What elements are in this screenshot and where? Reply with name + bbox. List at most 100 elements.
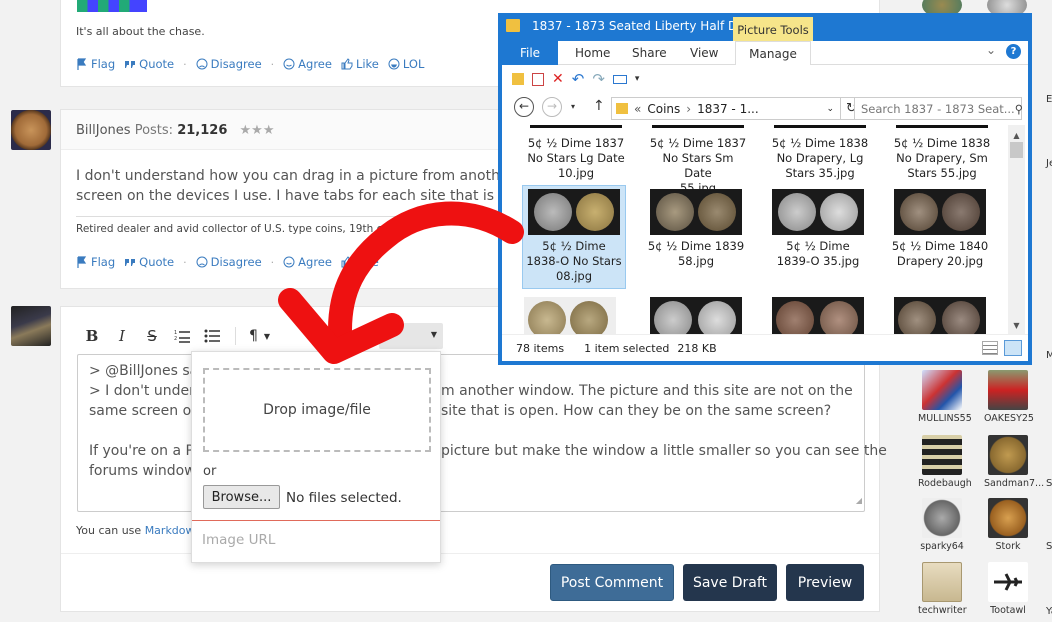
author-name[interactable]: BillJones xyxy=(76,123,131,138)
customize-qat-icon[interactable]: ▾ xyxy=(635,74,640,84)
file-item[interactable]: 5¢ ½ Dime 1837 No Stars Lg Date 10.jpg xyxy=(526,136,626,181)
smile-icon xyxy=(283,58,295,70)
user-tootawl[interactable]: Tootawl xyxy=(984,562,1032,616)
ordered-list-button[interactable]: 12 xyxy=(167,329,197,343)
user-techwriter[interactable]: techwriter xyxy=(918,562,967,616)
user-rodebaugh[interactable]: Rodebaugh xyxy=(918,435,972,489)
image-url-input[interactable]: Image URL xyxy=(202,532,275,548)
file-thumbnail[interactable] xyxy=(772,297,864,334)
upload-image-toolbar-button[interactable]: ▼ xyxy=(379,323,443,349)
smile-icon xyxy=(283,256,295,268)
save-draft-button[interactable]: Save Draft xyxy=(683,564,777,601)
tab-share[interactable]: Share xyxy=(632,46,667,60)
file-item[interactable]: 5¢ ½ Dime 1838 No Drapery, Sm Stars 55.jpg xyxy=(892,136,992,181)
search-box[interactable]: Search 1837 - 1873 Seat... ⚲ xyxy=(854,97,1023,120)
recent-chevron-icon[interactable]: ▾ xyxy=(571,102,575,111)
tab-home[interactable]: Home xyxy=(575,46,610,60)
avatar xyxy=(922,435,962,475)
post-1-actions: Flag Quote · Disagree · Agree Like LOL xyxy=(76,57,424,71)
sidebar-edge-3: M xyxy=(1046,350,1052,361)
billjones-avatar[interactable] xyxy=(11,110,51,150)
user-mullins55[interactable]: MULLINS55 xyxy=(918,370,972,424)
address-bar[interactable]: « Coins › 1837 - 1... ⌄ xyxy=(611,97,841,120)
file-area: 5¢ ½ Dime 1837 No Stars Lg Date 10.jpg 5¢ … xyxy=(502,125,1028,334)
strikethrough-button[interactable]: S xyxy=(137,327,167,345)
popup-divider xyxy=(192,520,440,521)
bold-button[interactable]: B xyxy=(77,327,107,345)
file-item[interactable]: 5¢ ½ Dime 1840 Drapery 20.jpg xyxy=(890,189,990,269)
redo-icon[interactable]: ↷ xyxy=(592,70,605,88)
address-chevron-icon[interactable]: ⌄ xyxy=(826,104,834,114)
file-thumbnail[interactable] xyxy=(524,297,616,334)
ribbon-expand-icon[interactable]: ⌄ xyxy=(986,43,996,57)
undo-icon[interactable]: ↶ xyxy=(572,70,585,88)
explorer-title: 1837 - 1873 Seated Liberty Half Dimes xyxy=(532,19,766,33)
tab-manage[interactable]: Manage xyxy=(735,41,811,65)
file-item[interactable]: 5¢ ½ Dime 1838 No Drapery, Lg Stars 35.jpg xyxy=(770,136,870,181)
scrollbar-thumb[interactable] xyxy=(1010,142,1023,158)
post-comment-button[interactable]: Post Comment xyxy=(550,564,674,601)
paragraph-button[interactable]: ¶ ▼ xyxy=(249,328,270,344)
avatar xyxy=(922,562,962,602)
help-icon[interactable]: ? xyxy=(1006,44,1021,59)
flag-button[interactable]: Flag xyxy=(76,255,115,269)
folder-icon xyxy=(616,103,628,114)
disagree-button[interactable]: Disagree xyxy=(196,57,262,71)
flag-icon xyxy=(77,256,87,268)
user-stork[interactable]: Stork xyxy=(984,498,1032,552)
agree-button[interactable]: Agree xyxy=(283,255,332,269)
quote-button[interactable]: Quote xyxy=(124,255,174,269)
file-item[interactable]: 5¢ ½ Dime 1839-O 35.jpg xyxy=(768,189,868,269)
tab-view[interactable]: View xyxy=(690,46,718,60)
selection-size: 218 KB xyxy=(677,341,717,355)
post-1-signature: It's all about the chase. xyxy=(76,25,205,38)
quote-button[interactable]: Quote xyxy=(124,57,174,71)
flag-button[interactable]: Flag xyxy=(76,57,115,71)
no-files-text: No files selected. xyxy=(286,490,402,506)
lol-button[interactable]: LOL xyxy=(388,57,424,71)
post-2-signature: Retired dealer and avid collector of U.S… xyxy=(76,223,411,235)
agree-button[interactable]: Agree xyxy=(283,57,332,71)
sidebar-edge-4: Sl xyxy=(1046,478,1052,489)
forward-button[interactable]: → xyxy=(542,97,562,117)
avatar xyxy=(922,370,962,410)
italic-button[interactable]: I xyxy=(107,327,137,345)
back-button[interactable]: ← xyxy=(514,97,534,117)
like-button[interactable]: Like xyxy=(341,57,379,71)
avatar xyxy=(922,498,962,538)
resize-handle-icon[interactable]: ◢ xyxy=(856,491,862,511)
file-item[interactable]: 5¢ ½ Dime 1839 58.jpg xyxy=(646,189,746,269)
browse-button[interactable]: Browse... xyxy=(203,485,280,509)
rename-icon[interactable] xyxy=(612,74,627,84)
post-2-actions: Flag Quote · Disagree · Agree Like xyxy=(76,255,379,269)
preview-button[interactable]: Preview xyxy=(786,564,864,601)
vertical-scrollbar[interactable]: ▲ ▼ xyxy=(1008,125,1025,334)
large-icons-view-icon[interactable] xyxy=(1004,340,1022,356)
file-thumbnail[interactable] xyxy=(894,297,986,334)
file-item-selected[interactable]: 5¢ ½ Dime 1838-O No Stars 08.jpg xyxy=(524,189,624,284)
sidebar-edge-6: Ya xyxy=(1046,606,1052,617)
toolbar-divider xyxy=(235,327,249,345)
tab-file[interactable]: File xyxy=(502,41,558,65)
new-folder-icon[interactable] xyxy=(532,72,544,86)
drop-zone[interactable]: Drop image/file xyxy=(203,368,431,452)
file-thumbnail[interactable] xyxy=(650,297,742,334)
breadcrumb-coins[interactable]: Coins xyxy=(647,102,680,116)
rank-stars: ★★★ xyxy=(239,123,275,138)
details-view-icon[interactable] xyxy=(982,341,998,355)
up-button[interactable]: ↑ xyxy=(593,98,605,114)
user-sparky64[interactable]: sparky64 xyxy=(918,498,966,552)
user-sandman[interactable]: Sandman7... xyxy=(984,435,1044,489)
current-user-avatar[interactable] xyxy=(11,306,51,346)
user-oakesy25[interactable]: OAKESY25 xyxy=(984,370,1034,424)
like-button[interactable]: Like xyxy=(341,255,379,269)
bullet-list-button[interactable] xyxy=(197,329,227,343)
avatar xyxy=(988,370,1028,410)
breadcrumb-current[interactable]: 1837 - 1... xyxy=(697,102,759,116)
file-item[interactable]: 5¢ ½ Dime 1837 No Stars Sm Date 55.jpg xyxy=(648,136,748,196)
disagree-button[interactable]: Disagree xyxy=(196,255,262,269)
delete-icon[interactable]: ✕ xyxy=(552,71,564,87)
bullet-list-icon xyxy=(204,329,220,343)
properties-icon[interactable] xyxy=(512,73,524,85)
avatar xyxy=(988,562,1028,602)
